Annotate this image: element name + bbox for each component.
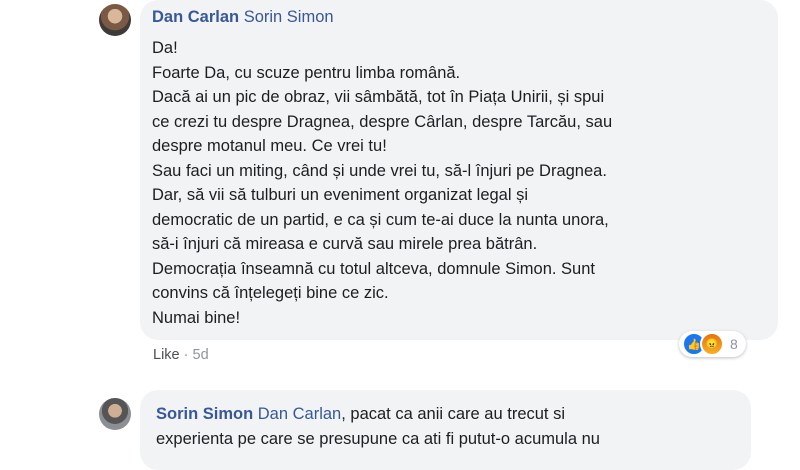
comment-timestamp[interactable]: 5d (193, 347, 209, 363)
reaction-count: 8 (730, 336, 738, 352)
avatar[interactable] (99, 398, 131, 430)
comment-header: Dan Carlan Sorin Simon (152, 8, 334, 27)
comment-line: să-i înjuri că mireasa e curvă sau mirel… (152, 235, 538, 253)
tagged-user[interactable]: Dan Carlan (258, 405, 341, 423)
comment-line-text: , pacat ca anii care au trecut si (341, 405, 566, 423)
avatar[interactable] (99, 4, 131, 36)
like-button[interactable]: Like (153, 347, 180, 363)
comment-line: convins că înțelegeți bine ce zic. (152, 284, 389, 302)
reactions-summary[interactable]: 👍 😠 8 (679, 331, 746, 357)
comment-text: Sorin Simon Dan Carlan, pacat ca anii ca… (156, 402, 600, 452)
comment-actions: Like · 5d (153, 347, 209, 363)
angry-icon: 😠 (700, 332, 724, 356)
separator: · (183, 347, 189, 363)
comment-line: democratic de un partid, e ca și cum te-… (152, 210, 609, 229)
comment-author[interactable]: Dan Carlan (152, 8, 239, 26)
comment-line: Foarte Da, cu scuze pentru limba română. (152, 63, 461, 82)
comment-bubble: Sorin Simon Dan Carlan, pacat ca anii ca… (140, 390, 751, 470)
comment-line: despre motanul meu. Ce vrei tu! (152, 137, 387, 155)
comment-line: Numai bine! (152, 308, 241, 327)
comment-line: Dacă ai un pic de obraz, vii sâmbătă, to… (152, 88, 605, 106)
comment-line: Democrația înseamnă cu totul altceva, do… (152, 259, 595, 278)
comment-line: Sorin Simon Dan Carlan, pacat ca anii ca… (156, 402, 600, 427)
comment-line: Dar, să vii să tulburi un eveniment orga… (152, 186, 529, 204)
comment-author[interactable]: Sorin Simon (156, 405, 253, 423)
comment-text: Da! Foarte Da, cu scuze pentru limba rom… (152, 36, 612, 330)
comment-line: ce crezi tu despre Dragnea, despre Cârla… (152, 112, 613, 131)
tagged-user[interactable]: Sorin Simon (244, 8, 334, 26)
comment-line: Da! (152, 39, 178, 57)
comment-line: Sau faci un miting, când și unde vrei tu… (152, 161, 607, 180)
comment-line: experienta pe care se presupune ca ati f… (156, 430, 600, 448)
comment-bubble: Dan Carlan Sorin Simon Da! Foarte Da, cu… (140, 0, 778, 340)
